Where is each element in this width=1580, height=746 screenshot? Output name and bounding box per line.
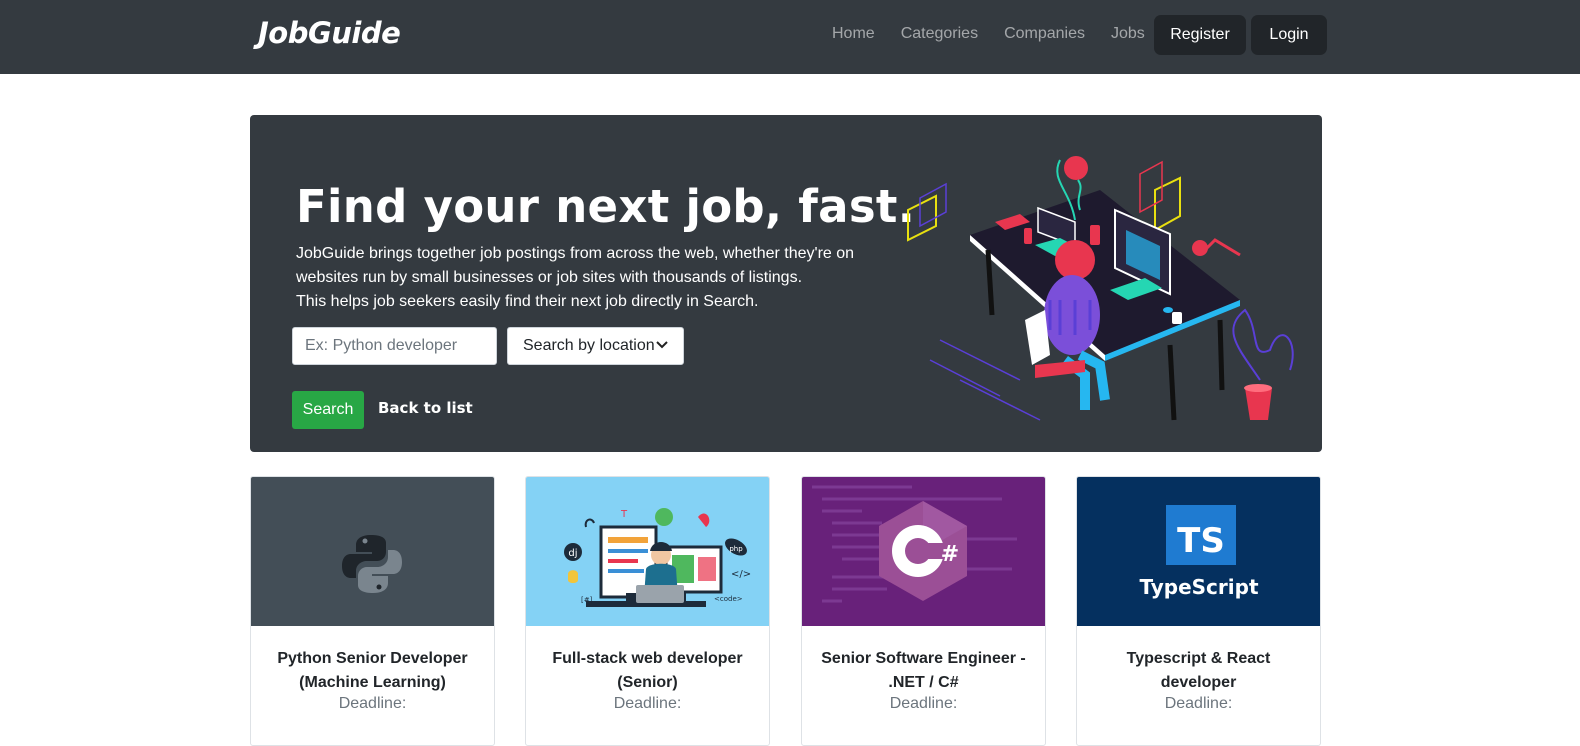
job-card-image: # <box>802 477 1045 626</box>
job-card-image: TS TypeScript <box>1077 477 1320 626</box>
ts-badge-label: TS <box>1177 521 1225 561</box>
hero-text-line: websites run by small businesses or job … <box>296 269 803 286</box>
job-title[interactable]: Senior Software Engineer - .NET / C# <box>812 647 1035 695</box>
search-button[interactable]: Search <box>292 391 364 429</box>
hero-title: Find your next job, fast. <box>296 180 916 233</box>
array-label: [#] <box>581 596 593 604</box>
job-card-image: dj T php </> <code> [#] <box>526 477 769 626</box>
code-label: <code> <box>714 595 743 603</box>
login-button[interactable]: Login <box>1251 15 1327 55</box>
search-input[interactable]: Ex: Python developer <box>292 327 497 365</box>
job-title[interactable]: Typescript & React developer <box>1087 647 1310 695</box>
nav-link-home[interactable]: Home <box>832 25 875 43</box>
job-card[interactable]: # Senior Software Engineer - .NET / C# D… <box>801 476 1046 746</box>
job-title[interactable]: Python Senior Developer (Machine Learnin… <box>261 647 484 695</box>
html-label: </> <box>731 569 751 580</box>
job-cards-grid: Python Senior Developer (Machine Learnin… <box>250 476 1322 746</box>
php-label: php <box>729 545 743 553</box>
chevron-down-icon <box>656 340 668 352</box>
job-card-image <box>251 477 494 626</box>
register-button[interactable]: Register <box>1154 15 1246 55</box>
csharp-logo-icon: # <box>812 485 1017 603</box>
job-title[interactable]: Full-stack web developer (Senior) <box>536 647 759 695</box>
nav-link-jobs[interactable]: Jobs <box>1111 25 1145 43</box>
location-select[interactable]: Search by location <box>507 327 684 365</box>
hero-description: JobGuide brings together job postings fr… <box>296 242 896 314</box>
developer-desk-illustration <box>907 156 1294 421</box>
django-label: dj <box>568 548 577 559</box>
job-deadline: Deadline: <box>338 695 407 712</box>
job-card[interactable]: TS TypeScript Typescript & React develop… <box>1076 476 1321 746</box>
t-label: T <box>620 509 628 520</box>
hero-text-line: JobGuide brings together job postings fr… <box>296 245 855 262</box>
back-to-list-link[interactable]: Back to list <box>378 399 473 417</box>
nav-link-companies[interactable]: Companies <box>1004 25 1085 43</box>
job-deadline: Deadline: <box>613 695 682 712</box>
job-deadline: Deadline: <box>889 695 958 712</box>
typescript-wordmark: TypeScript <box>1139 575 1258 599</box>
brand-logo[interactable]: JobGuide <box>258 16 401 50</box>
job-card[interactable]: dj T php </> <code> [#] Full-stack web d… <box>525 476 770 746</box>
csharp-hash-label: # <box>941 542 959 567</box>
python-logo-icon <box>342 535 402 593</box>
nav-link-categories[interactable]: Categories <box>901 25 978 43</box>
job-deadline: Deadline: <box>1164 695 1233 712</box>
developer-illustration-icon: dj T php </> <code> [#] <box>564 508 751 607</box>
hero-banner: Find your next job, fast. JobGuide bring… <box>250 115 1322 452</box>
navbar: JobGuide Home Categories Companies Jobs … <box>0 0 1580 74</box>
hero-text-line: This helps job seekers easily find their… <box>296 293 759 310</box>
location-select-value: Search by location <box>523 337 655 354</box>
typescript-logo-icon: TS TypeScript <box>1139 505 1259 599</box>
nav-links: Home Categories Companies Jobs <box>832 25 1171 43</box>
job-card[interactable]: Python Senior Developer (Machine Learnin… <box>250 476 495 746</box>
